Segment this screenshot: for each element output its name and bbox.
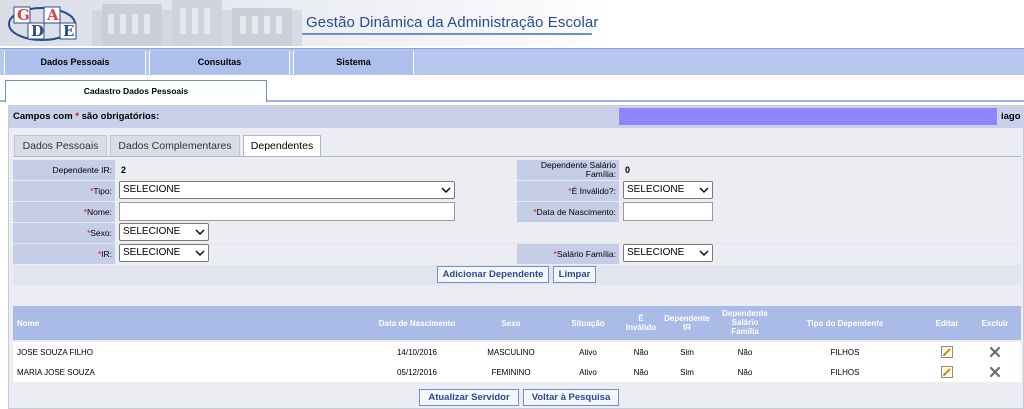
salario-familia-label: *Salário Família: (517, 244, 619, 264)
nome-input[interactable] (119, 202, 455, 221)
dependente-salario-familia-label: Dependente Salário Família: (517, 160, 619, 180)
adicionar-dependente-button[interactable]: Adicionar Dependente (437, 266, 549, 283)
dependente-salario-familia-value: 0 (625, 165, 631, 175)
cell-dependente-ir: Sim (680, 368, 694, 377)
svg-text:A: A (46, 6, 59, 24)
page-tab-bar: Cadastro Dados Pessoais (0, 76, 1024, 102)
content-panel: Campos com * são obrigatórios: iago Dado… (8, 105, 1024, 409)
edit-icon[interactable] (941, 366, 953, 378)
cell-e-invalido: Não (633, 348, 649, 357)
chevron-down-icon (699, 250, 709, 256)
cell-situacao: Ativo (579, 348, 597, 357)
table-row: MARIA JOSE SOUZA 05/12/2016 FEMININO Ati… (13, 362, 1021, 382)
limpar-button[interactable]: Limpar (553, 266, 596, 283)
user-name: iago (1001, 111, 1021, 122)
form-row-ir: *IR: SELECIONE *Salário Família: SELECIO… (13, 244, 1021, 264)
tipo-label: *Tipo: (13, 181, 115, 201)
cell-sexo: MASCULINO (487, 348, 535, 357)
th-dependente-salario-familia: Dependente Salário Família (722, 309, 768, 336)
form-row-sexo: *Sexo: SELECIONE (13, 223, 1021, 243)
menu-consultas[interactable]: Consultas (149, 51, 290, 74)
user-info-bar (619, 108, 997, 125)
atualizar-servidor-button[interactable]: Atualizar Servidor (419, 389, 519, 406)
sexo-label: *Sexo: (13, 223, 115, 243)
cell-data-nascimento: 05/12/2016 (396, 368, 438, 377)
school-building-image (92, 0, 302, 46)
cell-dependente-ir: Sim (680, 348, 694, 357)
cell-situacao: Ativo (579, 368, 597, 377)
delete-icon[interactable] (989, 346, 1001, 358)
table-row: JOSE SOUZA FILHO 14/10/2016 MASCULINO At… (13, 342, 1021, 362)
cell-data-nascimento: 14/10/2016 (396, 348, 438, 357)
form-row-dependente-ir: Dependente IR: 2 Dependente Salário Famí… (13, 160, 1021, 180)
e-invalido-label: *É Inválido?: (517, 181, 619, 201)
th-nome: Nome (17, 319, 40, 328)
required-fields-bar: Campos com * são obrigatórios: iago (9, 106, 1024, 128)
cell-tipo-dependente: FILHOS (830, 368, 860, 377)
th-tipo-dependente: Tipo do Dependente (806, 319, 884, 328)
svg-text:E: E (63, 22, 74, 40)
form-row-nome: *Nome: *Data de Nascimento: (13, 202, 1021, 222)
svg-text:D: D (31, 22, 44, 40)
th-situacao: Situação (571, 319, 605, 328)
th-dependente-ir: Dependente IR (664, 314, 710, 332)
voltar-pesquisa-button[interactable]: Voltar à Pesquisa (523, 389, 619, 406)
cell-dependente-salario-familia: Não (737, 368, 753, 377)
edit-icon[interactable] (941, 346, 953, 358)
dependente-ir-label: Dependente IR: (13, 160, 115, 180)
ir-label: *IR: (13, 244, 115, 264)
cell-sexo: FEMININO (491, 368, 531, 377)
title-underline (302, 33, 592, 35)
main-menu: Dados Pessoais Consultas Sistema (0, 48, 1024, 75)
dependentes-table-header: Nome Data de Nascimento Sexo Situação É … (13, 306, 1021, 340)
sexo-select[interactable]: SELECIONE (119, 223, 209, 241)
app-header: G D A E Gestão Dinâmica da Administração… (0, 0, 1024, 46)
required-fields-note: Campos com * são obrigatórios: (13, 111, 160, 122)
tab-dependentes[interactable]: Dependentes (243, 135, 321, 157)
cell-tipo-dependente: FILHOS (830, 348, 860, 357)
cell-e-invalido: Não (633, 368, 649, 377)
delete-icon[interactable] (989, 366, 1001, 378)
cell-nome: JOSE SOUZA FILHO (17, 348, 94, 357)
chevron-down-icon (195, 229, 205, 235)
data-nascimento-label: *Data de Nascimento: (517, 202, 619, 222)
form-row-tipo: *Tipo: SELECIONE *É Inválido?: SELECIONE (13, 181, 1021, 201)
e-invalido-select[interactable]: SELECIONE (623, 181, 713, 199)
menu-dados-pessoais[interactable]: Dados Pessoais (4, 51, 146, 74)
chevron-down-icon (195, 250, 205, 256)
chevron-down-icon (441, 187, 451, 193)
dependente-ir-value: 2 (121, 165, 127, 175)
ir-select[interactable]: SELECIONE (119, 244, 209, 262)
data-nascimento-input[interactable] (623, 202, 713, 221)
th-e-invalido: É Inválido (625, 314, 657, 332)
app-title: Gestão Dinâmica da Administração Escolar (306, 14, 599, 31)
tipo-select[interactable]: SELECIONE (119, 181, 455, 199)
menu-sistema[interactable]: Sistema (293, 51, 414, 74)
tab-dados-complementares[interactable]: Dados Complementares (110, 135, 240, 157)
salario-familia-select[interactable]: SELECIONE (623, 244, 713, 262)
svg-text:G: G (17, 6, 30, 24)
th-sexo: Sexo (501, 319, 521, 328)
nome-label: *Nome: (13, 202, 115, 222)
th-excluir: Excluir (981, 319, 1009, 328)
chevron-down-icon (699, 187, 709, 193)
cell-nome: MARIA JOSE SOUZA (17, 368, 95, 377)
tab-dados-pessoais[interactable]: Dados Pessoais (14, 135, 107, 157)
tab-cadastro-dados-pessoais[interactable]: Cadastro Dados Pessoais (5, 80, 267, 102)
cell-dependente-salario-familia: Não (737, 348, 753, 357)
th-data-nascimento: Data de Nascimento (378, 319, 456, 328)
gdae-logo: G D A E (8, 6, 77, 41)
th-editar: Editar (935, 319, 959, 328)
